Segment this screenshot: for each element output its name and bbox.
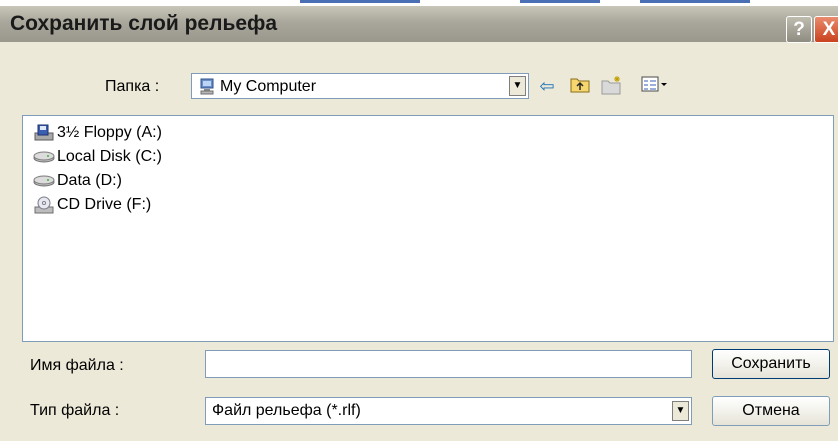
filename-label: Имя файла : [30,357,124,374]
new-folder-icon[interactable] [600,75,624,97]
list-item-label: CD Drive (F:) [57,196,152,213]
filename-input[interactable] [205,350,692,378]
file-list[interactable]: 3½ Floppy (A:) Local Disk (C:) Data (D:)… [22,115,834,342]
title-bar[interactable]: Сохранить слой рельефа ? X [0,6,838,43]
folder-value: My Computer [220,78,317,95]
folder-combobox[interactable]: My Computer ▼ [191,73,529,99]
cancel-button[interactable]: Отмена [712,396,830,426]
filetype-select[interactable]: Файл рельефа (*.rlf) ▼ [205,397,692,425]
up-folder-icon[interactable] [568,75,592,97]
chevron-down-icon[interactable]: ▼ [672,401,689,421]
list-item-label: Local Disk (C:) [57,148,162,165]
list-item-label: 3½ Floppy (A:) [57,124,162,141]
cd-drive-icon [34,196,54,214]
hard-disk-icon [33,175,55,187]
close-button[interactable]: X [814,16,838,43]
back-icon[interactable]: ⇦ [535,75,559,97]
floppy-drive-icon [34,124,54,141]
view-menu-icon[interactable] [640,75,670,97]
list-item[interactable]: Data (D:) [33,170,122,192]
dialog-title: Сохранить слой рельефа [10,12,278,35]
filetype-label: Тип файла : [30,402,120,419]
filetype-value: Файл рельефа (*.rlf) [212,402,361,419]
my-computer-icon [200,78,214,95]
list-item-label: Data (D:) [57,172,122,189]
list-item[interactable]: Local Disk (C:) [33,146,162,168]
hard-disk-icon [33,151,55,163]
list-item[interactable]: 3½ Floppy (A:) [33,122,162,144]
chevron-down-icon[interactable]: ▼ [509,76,526,96]
save-button[interactable]: Сохранить [712,349,830,379]
folder-label: Папка : [105,78,160,95]
help-button[interactable]: ? [786,16,812,43]
list-item[interactable]: CD Drive (F:) [33,194,151,216]
